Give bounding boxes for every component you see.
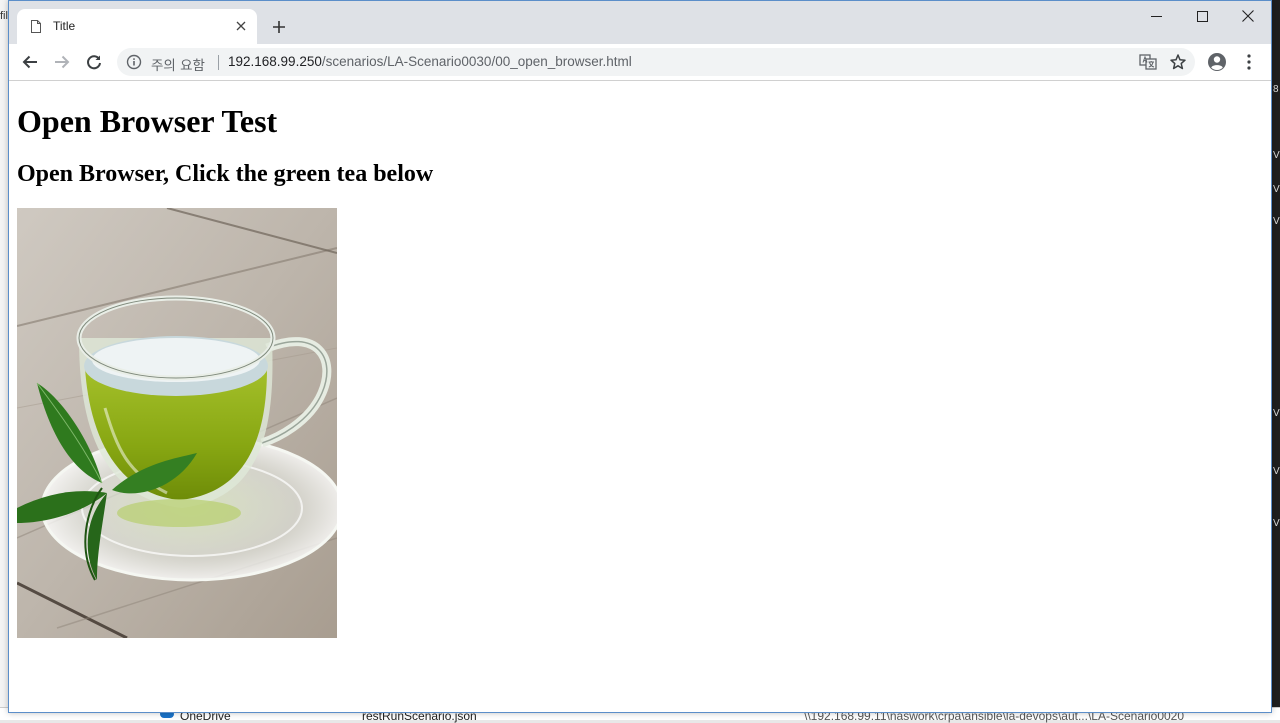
back-arrow-icon[interactable] bbox=[18, 50, 42, 74]
browser-window: Title 주의 요함 192.168.99.250/scenarios/LA-… bbox=[8, 0, 1272, 713]
browser-menu-icon[interactable] bbox=[1241, 52, 1257, 72]
minimize-icon[interactable] bbox=[1133, 1, 1179, 31]
address-bar[interactable]: 주의 요함 192.168.99.250/scenarios/LA-Scenar… bbox=[117, 48, 1195, 76]
security-status-label[interactable]: 주의 요함 bbox=[151, 54, 205, 74]
profile-avatar-icon[interactable] bbox=[1207, 52, 1227, 72]
background-window-left: fil bbox=[0, 0, 8, 720]
translate-icon[interactable] bbox=[1139, 53, 1157, 71]
green-tea-image[interactable] bbox=[17, 208, 337, 638]
url-text[interactable]: 192.168.99.250/scenarios/LA-Scenario0030… bbox=[228, 54, 632, 69]
maximize-icon[interactable] bbox=[1179, 1, 1225, 31]
tab-title: Title bbox=[53, 19, 76, 33]
new-tab-plus-icon[interactable] bbox=[267, 15, 291, 39]
reload-icon[interactable] bbox=[82, 50, 106, 74]
address-divider bbox=[218, 55, 219, 70]
bookmark-star-icon[interactable] bbox=[1169, 53, 1187, 71]
url-host: 192.168.99.250 bbox=[228, 54, 322, 69]
page-icon bbox=[31, 20, 41, 33]
window-close-icon[interactable] bbox=[1225, 1, 1271, 31]
url-path: /scenarios/LA-Scenario0030/00_open_brows… bbox=[321, 54, 632, 69]
background-window-text: fil bbox=[0, 10, 8, 22]
page-title: Open Browser Test bbox=[17, 103, 278, 139]
browser-toolbar: 주의 요함 192.168.99.250/scenarios/LA-Scenar… bbox=[9, 44, 1271, 81]
close-tab-icon[interactable] bbox=[233, 18, 249, 34]
browser-titlebar: Title bbox=[9, 1, 1271, 44]
page-content: Open Browser Test Open Browser, Click th… bbox=[9, 81, 1271, 712]
page-subtitle: Open Browser, Click the green tea below bbox=[17, 161, 434, 187]
forward-arrow-icon[interactable] bbox=[50, 50, 74, 74]
browser-tab[interactable]: Title bbox=[17, 9, 257, 44]
background-window-right: 8 V V V V V V bbox=[1272, 0, 1280, 720]
info-icon[interactable] bbox=[126, 54, 142, 70]
